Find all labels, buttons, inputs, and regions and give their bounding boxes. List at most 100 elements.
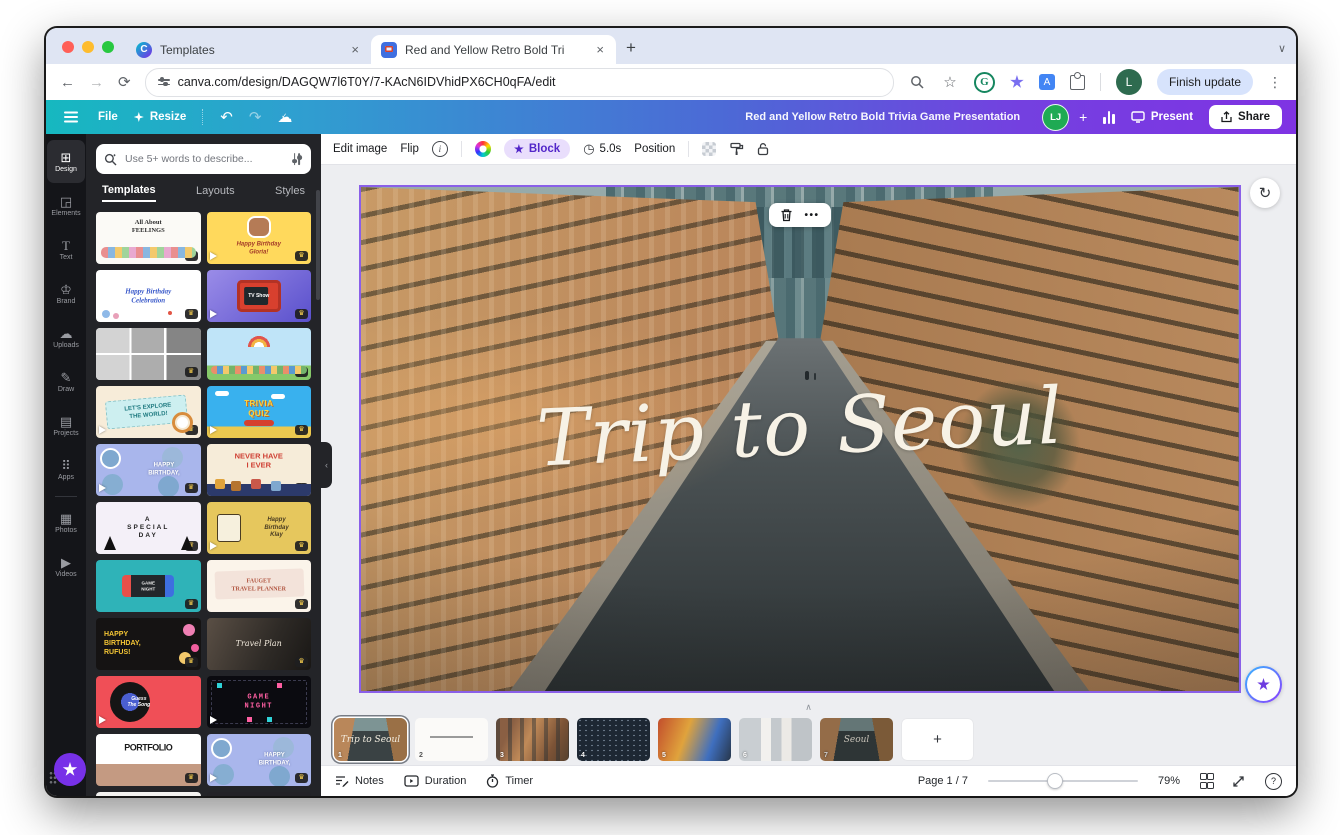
panel-scrollbar[interactable] (316, 190, 320, 300)
collapse-pages-chevron[interactable]: ∧ (805, 702, 812, 713)
template-birthday-rufus[interactable]: HAPPY BIRTHDAY, RUFUS! ♛ (96, 618, 201, 670)
sidebar-item-uploads[interactable]: ☁ Uploads (47, 316, 85, 359)
page-thumbnail-5[interactable]: 5 (658, 717, 731, 761)
page-thumbnail-7[interactable]: Seoul 7 (820, 717, 893, 761)
address-bar[interactable]: canva.com/design/DAGQW7l6T0Y/7-KAcN6IDVh… (144, 67, 894, 97)
template-game-night-switch[interactable]: GAME NIGHT ♛ (96, 560, 201, 612)
back-icon[interactable]: ← (60, 74, 75, 91)
page-thumbnail-4[interactable]: 4 (577, 717, 650, 761)
notes-button[interactable]: Notes (335, 775, 384, 788)
file-menu-button[interactable]: File (98, 111, 118, 123)
sidebar-item-brand[interactable]: ♔ Brand (47, 272, 85, 315)
zoom-slider-knob[interactable] (1047, 773, 1064, 789)
template-guess-the-song[interactable]: Guess The Song (96, 676, 201, 728)
add-page-button[interactable]: + (901, 717, 974, 761)
help-icon[interactable]: ? (1265, 772, 1282, 790)
template-photo-collage[interactable]: ♛ (96, 328, 201, 380)
sidebar-item-photos[interactable]: ▦ Photos (47, 501, 85, 544)
browser-menu-icon[interactable]: ⋮ (1268, 74, 1282, 91)
page-indicator[interactable]: Page 1 / 7 (918, 775, 968, 787)
menu-hamburger-icon[interactable] (64, 116, 78, 118)
template-search-bar[interactable] (96, 144, 311, 174)
new-tab-button[interactable]: + (626, 38, 636, 58)
redo-icon[interactable]: ↷ (249, 108, 262, 126)
add-collaborator-icon[interactable]: + (1079, 109, 1087, 125)
filter-icon[interactable] (293, 153, 301, 165)
close-tab-icon[interactable]: × (594, 42, 606, 57)
extension-asterisk-icon[interactable] (1010, 75, 1024, 88)
sidebar-item-apps[interactable]: ⠿ Apps (47, 448, 85, 491)
duration-button[interactable]: ◷ 5.0s (583, 141, 621, 157)
zoom-search-icon[interactable] (908, 73, 926, 91)
fullscreen-icon[interactable] (1232, 775, 1245, 788)
translate-extension-icon[interactable]: A (1035, 71, 1055, 90)
template-portfolio[interactable]: PORTFOLIO ♛ (96, 734, 201, 786)
page-thumbnail-6[interactable]: 6 (739, 717, 812, 761)
sidebar-item-design[interactable]: ⊞ Design (47, 140, 85, 183)
zoom-window-button[interactable] (102, 41, 114, 53)
page-thumbnail-1[interactable]: Trip to Seoul 1 (334, 717, 407, 761)
search-input[interactable] (123, 152, 285, 166)
sidebar-item-text[interactable]: T Text (47, 228, 85, 271)
lock-icon[interactable] (757, 142, 769, 156)
slide-canvas[interactable]: Trip to Seoul ••• (358, 185, 1241, 693)
edit-image-button[interactable]: Edit image (333, 143, 387, 155)
magic-apps-button[interactable] (54, 753, 86, 786)
template-explore-world[interactable]: LET'S EXPLORE THE WORLD! ♛ (96, 386, 201, 438)
info-icon[interactable]: i (431, 141, 448, 157)
template-rainbow-kids[interactable]: ♛ (206, 328, 311, 380)
grammarly-extension-icon[interactable]: G (973, 71, 995, 93)
template-birthday-gloria[interactable]: Happy Birthday Gloria! ♛ (206, 212, 311, 264)
sidebar-item-videos[interactable]: ▶ Videos (47, 545, 85, 588)
site-settings-icon[interactable] (157, 77, 170, 86)
copy-style-roller-icon[interactable] (729, 142, 744, 156)
tab-design[interactable]: Red and Yellow Retro Bold Tri × (371, 35, 616, 64)
finish-update-button[interactable]: Finish update (1156, 69, 1253, 95)
panel-collapse-chevron[interactable]: ‹ (321, 442, 332, 488)
duration-button-bottom[interactable]: Duration (404, 775, 466, 787)
forward-icon[interactable]: → (89, 74, 104, 91)
resize-button[interactable]: Resize (133, 111, 186, 123)
animate-button[interactable]: Block (503, 139, 571, 159)
present-button[interactable]: Present (1131, 111, 1193, 123)
position-button[interactable]: Position (634, 143, 675, 155)
timer-button[interactable]: Timer (486, 774, 533, 788)
extensions-puzzle-icon[interactable] (1069, 71, 1085, 90)
share-button[interactable]: Share (1209, 105, 1282, 129)
zoom-percent[interactable]: 79% (1158, 775, 1180, 787)
tab-styles[interactable]: Styles (275, 185, 305, 201)
template-birthday-ethan[interactable]: HAPPY BIRTHDAY, ♛ (96, 444, 201, 496)
refresh-design-button[interactable]: ↻ (1250, 178, 1280, 208)
template-feelings[interactable]: All About FEELINGS ♛ (96, 212, 201, 264)
reload-icon[interactable]: ⟳ (118, 73, 131, 91)
sidebar-item-elements[interactable]: ◲ Elements (47, 184, 85, 227)
sidebar-item-projects[interactable]: ▤ Projects (47, 404, 85, 447)
page-thumbnail-2[interactable]: 2 (415, 717, 488, 761)
template-birthday-klay[interactable]: Happy Birthday Klay ♛ (206, 502, 311, 554)
template-game-night-neon[interactable]: GAME NIGHT (206, 676, 311, 728)
template-fauget-travel-planner[interactable]: FAUGET TRAVEL PLANNER ♛ (206, 560, 311, 612)
insights-chart-icon[interactable] (1103, 110, 1115, 124)
template-partial-dark[interactable] (206, 792, 311, 796)
browser-profile-avatar[interactable]: L (1115, 69, 1142, 95)
close-window-button[interactable] (62, 41, 74, 53)
document-title[interactable]: Red and Yellow Retro Bold Trivia Game Pr… (745, 111, 1020, 123)
transparency-icon[interactable] (702, 142, 717, 156)
undo-icon[interactable]: ↶ (220, 108, 233, 126)
zoom-slider[interactable] (987, 773, 1138, 789)
minimize-window-button[interactable] (82, 41, 94, 53)
tab-templates[interactable]: Templates (102, 184, 156, 202)
template-never-have-i-ever[interactable]: NEVER HAVE I EVER ♛ (206, 444, 311, 496)
template-partial-light[interactable] (96, 792, 201, 796)
template-special-day[interactable]: A SPECIAL DAY ♛ (96, 502, 201, 554)
more-options-icon[interactable]: ••• (804, 210, 819, 221)
grid-view-icon[interactable] (1200, 773, 1214, 789)
collaborator-avatar[interactable]: LJ (1042, 103, 1070, 131)
flip-button[interactable]: Flip (400, 143, 419, 155)
template-travel-plan[interactable]: Travel Plan ♛ (206, 618, 311, 670)
bookmark-star-icon[interactable]: ☆ (941, 73, 959, 91)
canva-assistant-button[interactable] (1245, 666, 1282, 703)
template-birthday-celebration[interactable]: Happy Birthday Celebration ♛ (96, 270, 201, 322)
color-wheel-icon[interactable] (474, 141, 491, 157)
tab-search-chevron-icon[interactable]: ∨ (1278, 42, 1286, 55)
